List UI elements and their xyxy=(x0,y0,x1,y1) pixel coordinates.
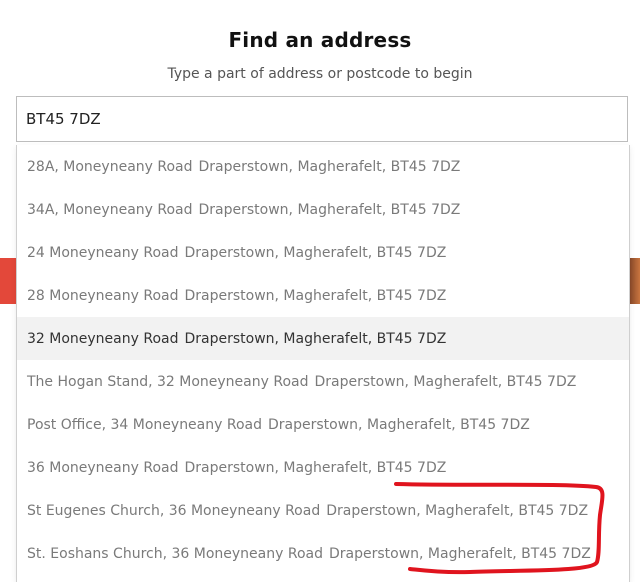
address-result-item[interactable]: 36 Moneyneany Road Draperstown, Magherafe… xyxy=(17,446,629,489)
result-locality: Draperstown, Magherafelt, BT45 7DZ xyxy=(328,545,591,562)
page-subtitle: Type a part of address or postcode to be… xyxy=(167,66,473,82)
address-result-item[interactable]: 34A, Moneyneany Road Draperstown, Maghera… xyxy=(17,188,629,231)
address-result-item[interactable]: 24 Moneyneany Road Draperstown, Magherafe… xyxy=(17,231,629,274)
address-finder-page: Find an address Type a part of address o… xyxy=(0,0,640,582)
result-locality: Draperstown, Magherafelt, BT45 7DZ xyxy=(184,287,447,304)
address-result-item[interactable]: St. Eoshans Church, 36 Moneyneany Road Dr… xyxy=(17,532,629,575)
address-result-item[interactable]: Post Office, 34 Moneyneany Road Drapersto… xyxy=(17,403,629,446)
address-result-item[interactable]: 28A, Moneyneany Road Draperstown, Maghera… xyxy=(17,145,629,188)
result-locality: Draperstown, Magherafelt, BT45 7DZ xyxy=(268,416,530,433)
result-street: Post Office, 34 Moneyneany Road xyxy=(27,416,262,433)
result-street: 32 Moneyneany Road xyxy=(27,330,179,347)
result-street: The Hogan Stand, 32 Moneyneany Road xyxy=(27,373,309,390)
result-locality: Draperstown, Magherafelt, BT45 7DZ xyxy=(184,244,447,261)
result-locality: Draperstown, Magherafelt, BT45 7DZ xyxy=(198,158,461,175)
address-result-item[interactable]: 28 Moneyneany Road Draperstown, Magherafe… xyxy=(17,274,629,317)
result-street: 24 Moneyneany Road xyxy=(27,244,179,261)
page-title: Find an address xyxy=(228,28,412,52)
result-locality: Draperstown, Magherafelt, BT45 7DZ xyxy=(314,373,577,390)
result-locality: Draperstown, Magherafelt, BT45 7DZ xyxy=(184,330,447,347)
address-result-item[interactable]: The Hogan Stand, 32 Moneyneany Road Drape… xyxy=(17,360,629,403)
result-street: 34A, Moneyneany Road xyxy=(27,201,193,218)
result-locality: Draperstown, Magherafelt, BT45 7DZ xyxy=(198,201,461,218)
background-banner-right xyxy=(630,258,640,304)
address-result-item[interactable]: 32 Moneyneany Road Draperstown, Magherafe… xyxy=(17,317,629,360)
result-street: St. Eoshans Church, 36 Moneyneany Road xyxy=(27,545,323,562)
address-search-input[interactable] xyxy=(17,97,627,141)
result-locality: Draperstown, Magherafelt, BT45 7DZ xyxy=(326,502,589,519)
background-banner-left xyxy=(0,258,16,304)
address-results-dropdown: 28A, Moneyneany Road Draperstown, Maghera… xyxy=(16,145,630,582)
result-street: 28 Moneyneany Road xyxy=(27,287,179,304)
address-result-item[interactable]: St Eugenes Church, 36 Moneyneany Road Dra… xyxy=(17,489,629,532)
result-locality: Draperstown, Magherafelt, BT45 7DZ xyxy=(184,459,447,476)
search-box[interactable] xyxy=(16,96,628,142)
result-street: 36 Moneyneany Road xyxy=(27,459,179,476)
result-street: 28A, Moneyneany Road xyxy=(27,158,193,175)
result-street: St Eugenes Church, 36 Moneyneany Road xyxy=(27,502,321,519)
